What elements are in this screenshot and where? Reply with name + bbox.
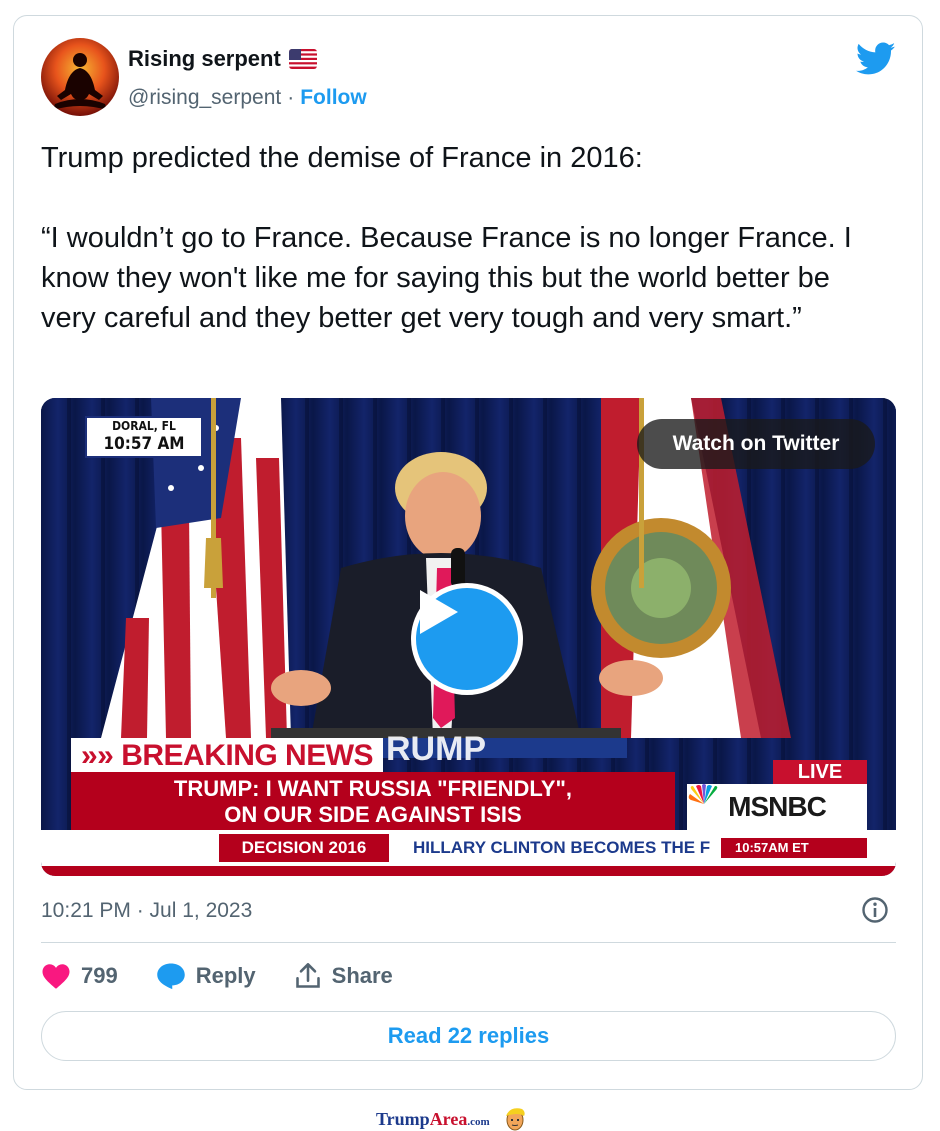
action-bar: 799 Reply Share	[41, 961, 431, 991]
play-button[interactable]	[411, 583, 523, 695]
video-player[interactable]: RUMP DORAL, FL 10:57 AM Watch on Twitter…	[41, 398, 896, 876]
ticker-bar	[41, 866, 896, 876]
location-city: DORAL, FL	[112, 419, 176, 433]
news-ticker: DECISION 2016 HILLARY CLINTON BECOMES TH…	[41, 830, 896, 876]
us-flag-icon	[288, 49, 317, 69]
ticker-time: 10:57AM ET	[721, 838, 867, 858]
author-name-row: Rising serpent	[128, 46, 317, 72]
trump-face-icon	[505, 1108, 525, 1131]
divider	[41, 942, 896, 943]
twitter-bird-icon[interactable]	[855, 42, 896, 76]
reply-button[interactable]: Reply	[156, 962, 256, 990]
reply-bubble-icon	[156, 963, 185, 990]
tweet-timestamp[interactable]: 10:21 PM · Jul 1, 2023	[41, 899, 252, 923]
network-name: MSNBC	[728, 791, 827, 822]
separator-dot: ·	[287, 86, 295, 109]
news-headline: TRUMP: I WANT RUSSIA "FRIENDLY", ON OUR …	[71, 772, 675, 830]
ticker-text: HILLARY CLINTON BECOMES THE F	[413, 838, 711, 857]
author-handle-row: @rising_serpent · Follow	[128, 86, 367, 110]
follow-button[interactable]: Follow	[300, 86, 367, 110]
location-time: 10:57 AM	[103, 434, 185, 454]
podium-text: RUMP	[386, 730, 486, 768]
share-button[interactable]: Share	[294, 962, 393, 990]
like-count: 799	[81, 963, 118, 988]
author-name[interactable]: Rising serpent	[128, 46, 281, 72]
watermark-brand-part1: Trump	[376, 1108, 430, 1129]
author-handle[interactable]: @rising_serpent	[128, 86, 281, 110]
network-logo: MSNBC	[687, 784, 867, 830]
watermark-text: TrumpArea.com	[376, 1109, 490, 1130]
watermark-suffix: .com	[467, 1115, 490, 1128]
heart-icon	[42, 963, 70, 989]
share-label: Share	[331, 963, 393, 988]
live-badge: LIVE	[773, 760, 867, 784]
avatar[interactable]	[41, 38, 119, 116]
watermark-brand-part2: Area	[429, 1108, 468, 1129]
peacock-icon	[688, 784, 718, 804]
location-bug: DORAL, FL 10:57 AM	[85, 416, 203, 458]
play-icon	[420, 590, 458, 634]
read-replies-button[interactable]: Read 22 replies	[41, 1011, 896, 1061]
info-icon[interactable]	[861, 896, 889, 924]
ticker-section: DECISION 2016	[219, 834, 389, 862]
reply-label: Reply	[195, 963, 256, 988]
site-watermark: TrumpArea.com	[376, 1106, 526, 1131]
tweet-card: Rising serpent @rising_serpent · Follow …	[13, 15, 923, 1090]
share-icon	[295, 963, 320, 988]
like-button[interactable]: 799	[41, 963, 118, 990]
tweet-text: Trump predicted the demise of France in …	[41, 142, 852, 334]
watch-on-twitter-button[interactable]: Watch on Twitter	[637, 419, 875, 469]
breaking-news-label: »» BREAKING NEWS	[71, 738, 384, 774]
